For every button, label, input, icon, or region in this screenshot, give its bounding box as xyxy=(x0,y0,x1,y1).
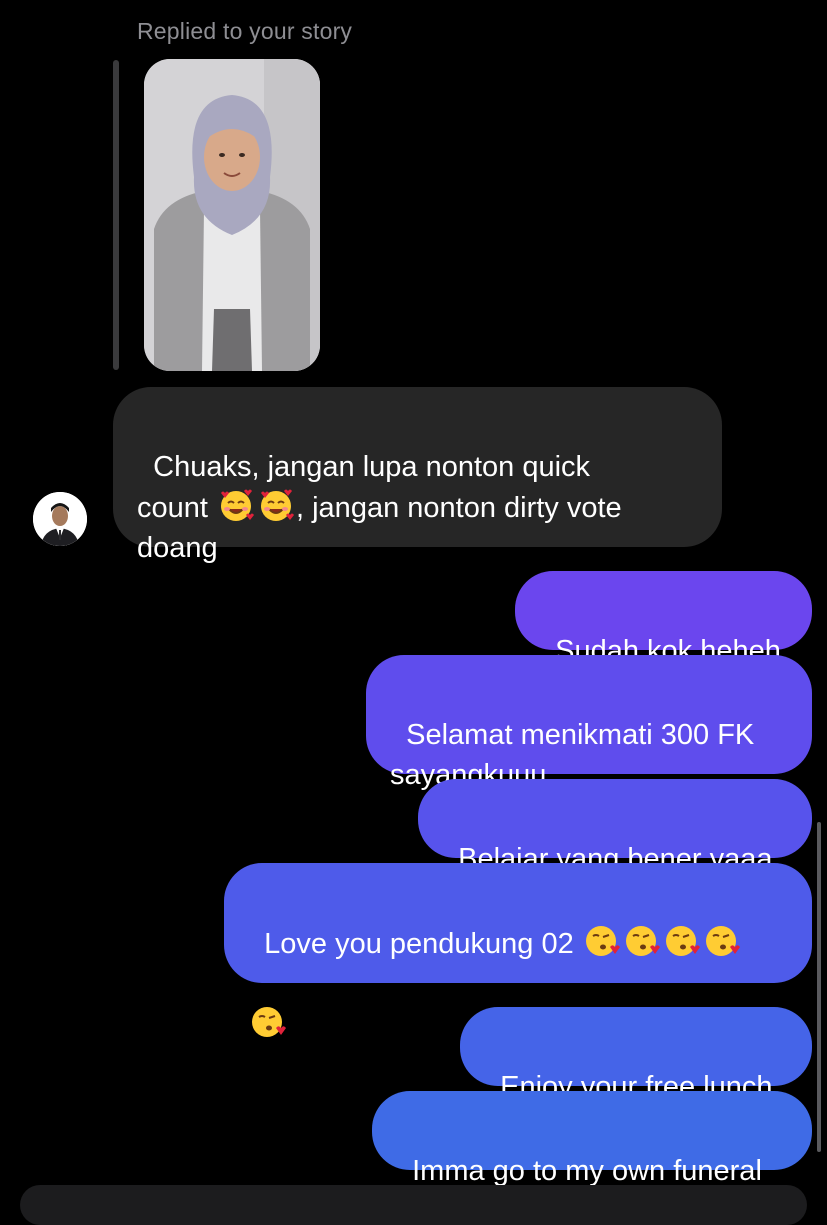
message-text: Love you pendukung 02 xyxy=(264,928,582,960)
face-blowing-a-kiss-icon xyxy=(585,926,620,956)
reply-label: Replied to your story xyxy=(137,18,353,44)
outgoing-message-bubble[interactable]: Love you pendukung 02 xyxy=(224,863,812,1037)
reply-indicator-bar xyxy=(113,60,119,370)
outgoing-message-bubble[interactable]: Sudah kok heheh xyxy=(515,571,812,667)
outgoing-message-bubble[interactable]: Imma go to my own funeral xyxy=(372,1091,812,1187)
incoming-message-bubble[interactable]: Chuaks, jangan lupa nonton quick count ,… xyxy=(113,387,722,564)
story-thumbnail[interactable] xyxy=(144,59,320,371)
face-blowing-a-kiss-icon xyxy=(665,926,700,956)
scrollbar[interactable] xyxy=(817,822,821,1152)
message-text: Imma go to my own funeral xyxy=(412,1155,762,1187)
story-photo xyxy=(144,59,320,371)
message-composer[interactable] xyxy=(20,1185,807,1225)
contact-avatar[interactable] xyxy=(33,492,87,546)
face-blowing-a-kiss-icon xyxy=(252,1007,286,1037)
outgoing-message-bubble[interactable]: Belajar yang bener yaaa xyxy=(418,779,812,875)
avatar-photo xyxy=(33,492,87,546)
outgoing-message-bubble[interactable]: Selamat menikmati 300 FK sayangkuuu xyxy=(366,655,812,791)
outgoing-message-bubble[interactable]: Enjoy your free lunch xyxy=(460,1007,812,1103)
smiling-face-with-hearts-icon xyxy=(221,489,254,521)
smiling-face-with-hearts-icon xyxy=(261,489,294,521)
face-blowing-a-kiss-icon xyxy=(625,926,660,956)
face-blowing-a-kiss-icon xyxy=(705,926,740,956)
